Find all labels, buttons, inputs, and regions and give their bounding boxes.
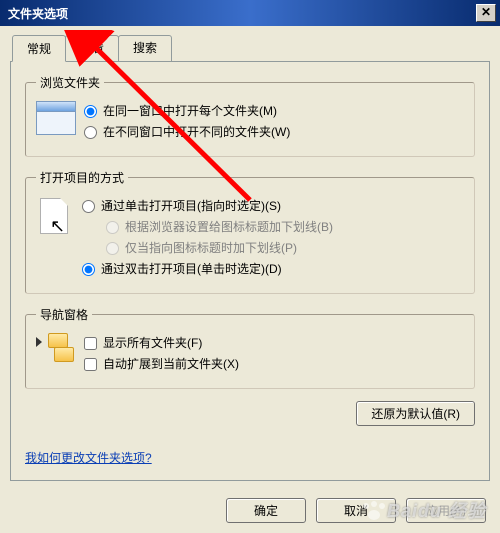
group-click-items: 打开项目的方式 ↖ 通过单击打开项目(指向时选定)(S) 根据浏览器设置给图标标… (25, 169, 475, 294)
close-button[interactable]: ✕ (476, 4, 496, 22)
window-title: 文件夹选项 (8, 5, 476, 22)
tab-view[interactable]: 查看 (65, 35, 119, 62)
radio-underline-browser-input (106, 221, 119, 234)
radio-same-window-input[interactable] (84, 105, 97, 118)
radio-double-click[interactable]: 通过双击打开项目(单击时选定)(D) (82, 260, 464, 278)
help-link[interactable]: 我如何更改文件夹选项? (25, 449, 152, 466)
group-click-legend: 打开项目的方式 (36, 169, 128, 186)
tab-general[interactable]: 常规 (12, 35, 66, 62)
title-bar: 文件夹选项 ✕ (0, 0, 500, 26)
radio-same-window[interactable]: 在同一窗口中打开每个文件夹(M) (84, 102, 464, 120)
radio-double-click-input[interactable] (82, 263, 95, 276)
check-show-all-folders[interactable]: 显示所有文件夹(F) (84, 334, 464, 352)
radio-underline-browser: 根据浏览器设置给图标标题加下划线(B) (106, 218, 464, 236)
radio-underline-browser-label: 根据浏览器设置给图标标题加下划线(B) (125, 218, 333, 236)
radio-new-window-label: 在不同窗口中打开不同的文件夹(W) (103, 123, 290, 141)
radio-single-click-label: 通过单击打开项目(指向时选定)(S) (101, 197, 281, 215)
watermark: Baidu 经验 (357, 495, 492, 525)
tab-strip: 常规 查看 搜索 (12, 34, 490, 61)
group-nav-pane: 导航窗格 显示所有文件夹(F) 自动扩展到当前文件夹(X) (25, 306, 475, 389)
restore-row: 还原为默认值(R) (25, 401, 475, 426)
group-nav-legend: 导航窗格 (36, 306, 92, 323)
group-browse-folders: 浏览文件夹 在同一窗口中打开每个文件夹(M) 在不同窗口中打开不同的文件夹(W) (25, 74, 475, 157)
radio-underline-hover-label: 仅当指向图标标题时加下划线(P) (125, 239, 297, 257)
radio-single-click[interactable]: 通过单击打开项目(指向时选定)(S) (82, 197, 464, 215)
nav-folders-icon (36, 333, 76, 369)
radio-double-click-label: 通过双击打开项目(单击时选定)(D) (101, 260, 282, 278)
check-auto-expand[interactable]: 自动扩展到当前文件夹(X) (84, 355, 464, 373)
tab-panel-general: 浏览文件夹 在同一窗口中打开每个文件夹(M) 在不同窗口中打开不同的文件夹(W) (10, 61, 490, 481)
radio-new-window-input[interactable] (84, 126, 97, 139)
ok-button[interactable]: 确定 (226, 498, 306, 523)
restore-defaults-button[interactable]: 还原为默认值(R) (356, 401, 475, 426)
radio-single-click-input[interactable] (82, 200, 95, 213)
radio-underline-hover: 仅当指向图标标题时加下划线(P) (106, 239, 464, 257)
check-auto-expand-label: 自动扩展到当前文件夹(X) (103, 355, 239, 373)
radio-new-window[interactable]: 在不同窗口中打开不同的文件夹(W) (84, 123, 464, 141)
check-show-all-folders-label: 显示所有文件夹(F) (103, 334, 202, 352)
tab-search[interactable]: 搜索 (118, 35, 172, 62)
group-browse-legend: 浏览文件夹 (36, 74, 104, 91)
radio-same-window-label: 在同一窗口中打开每个文件夹(M) (103, 102, 277, 120)
radio-underline-hover-input (106, 242, 119, 255)
check-show-all-folders-input[interactable] (84, 337, 97, 350)
browse-window-icon (36, 101, 76, 135)
check-auto-expand-input[interactable] (84, 358, 97, 371)
click-cursor-icon: ↖ (36, 198, 74, 244)
client-area: 常规 查看 搜索 浏览文件夹 在同一窗口中打开每个文件夹(M) 在不同窗口中打开… (0, 26, 500, 533)
paw-icon (363, 503, 385, 521)
